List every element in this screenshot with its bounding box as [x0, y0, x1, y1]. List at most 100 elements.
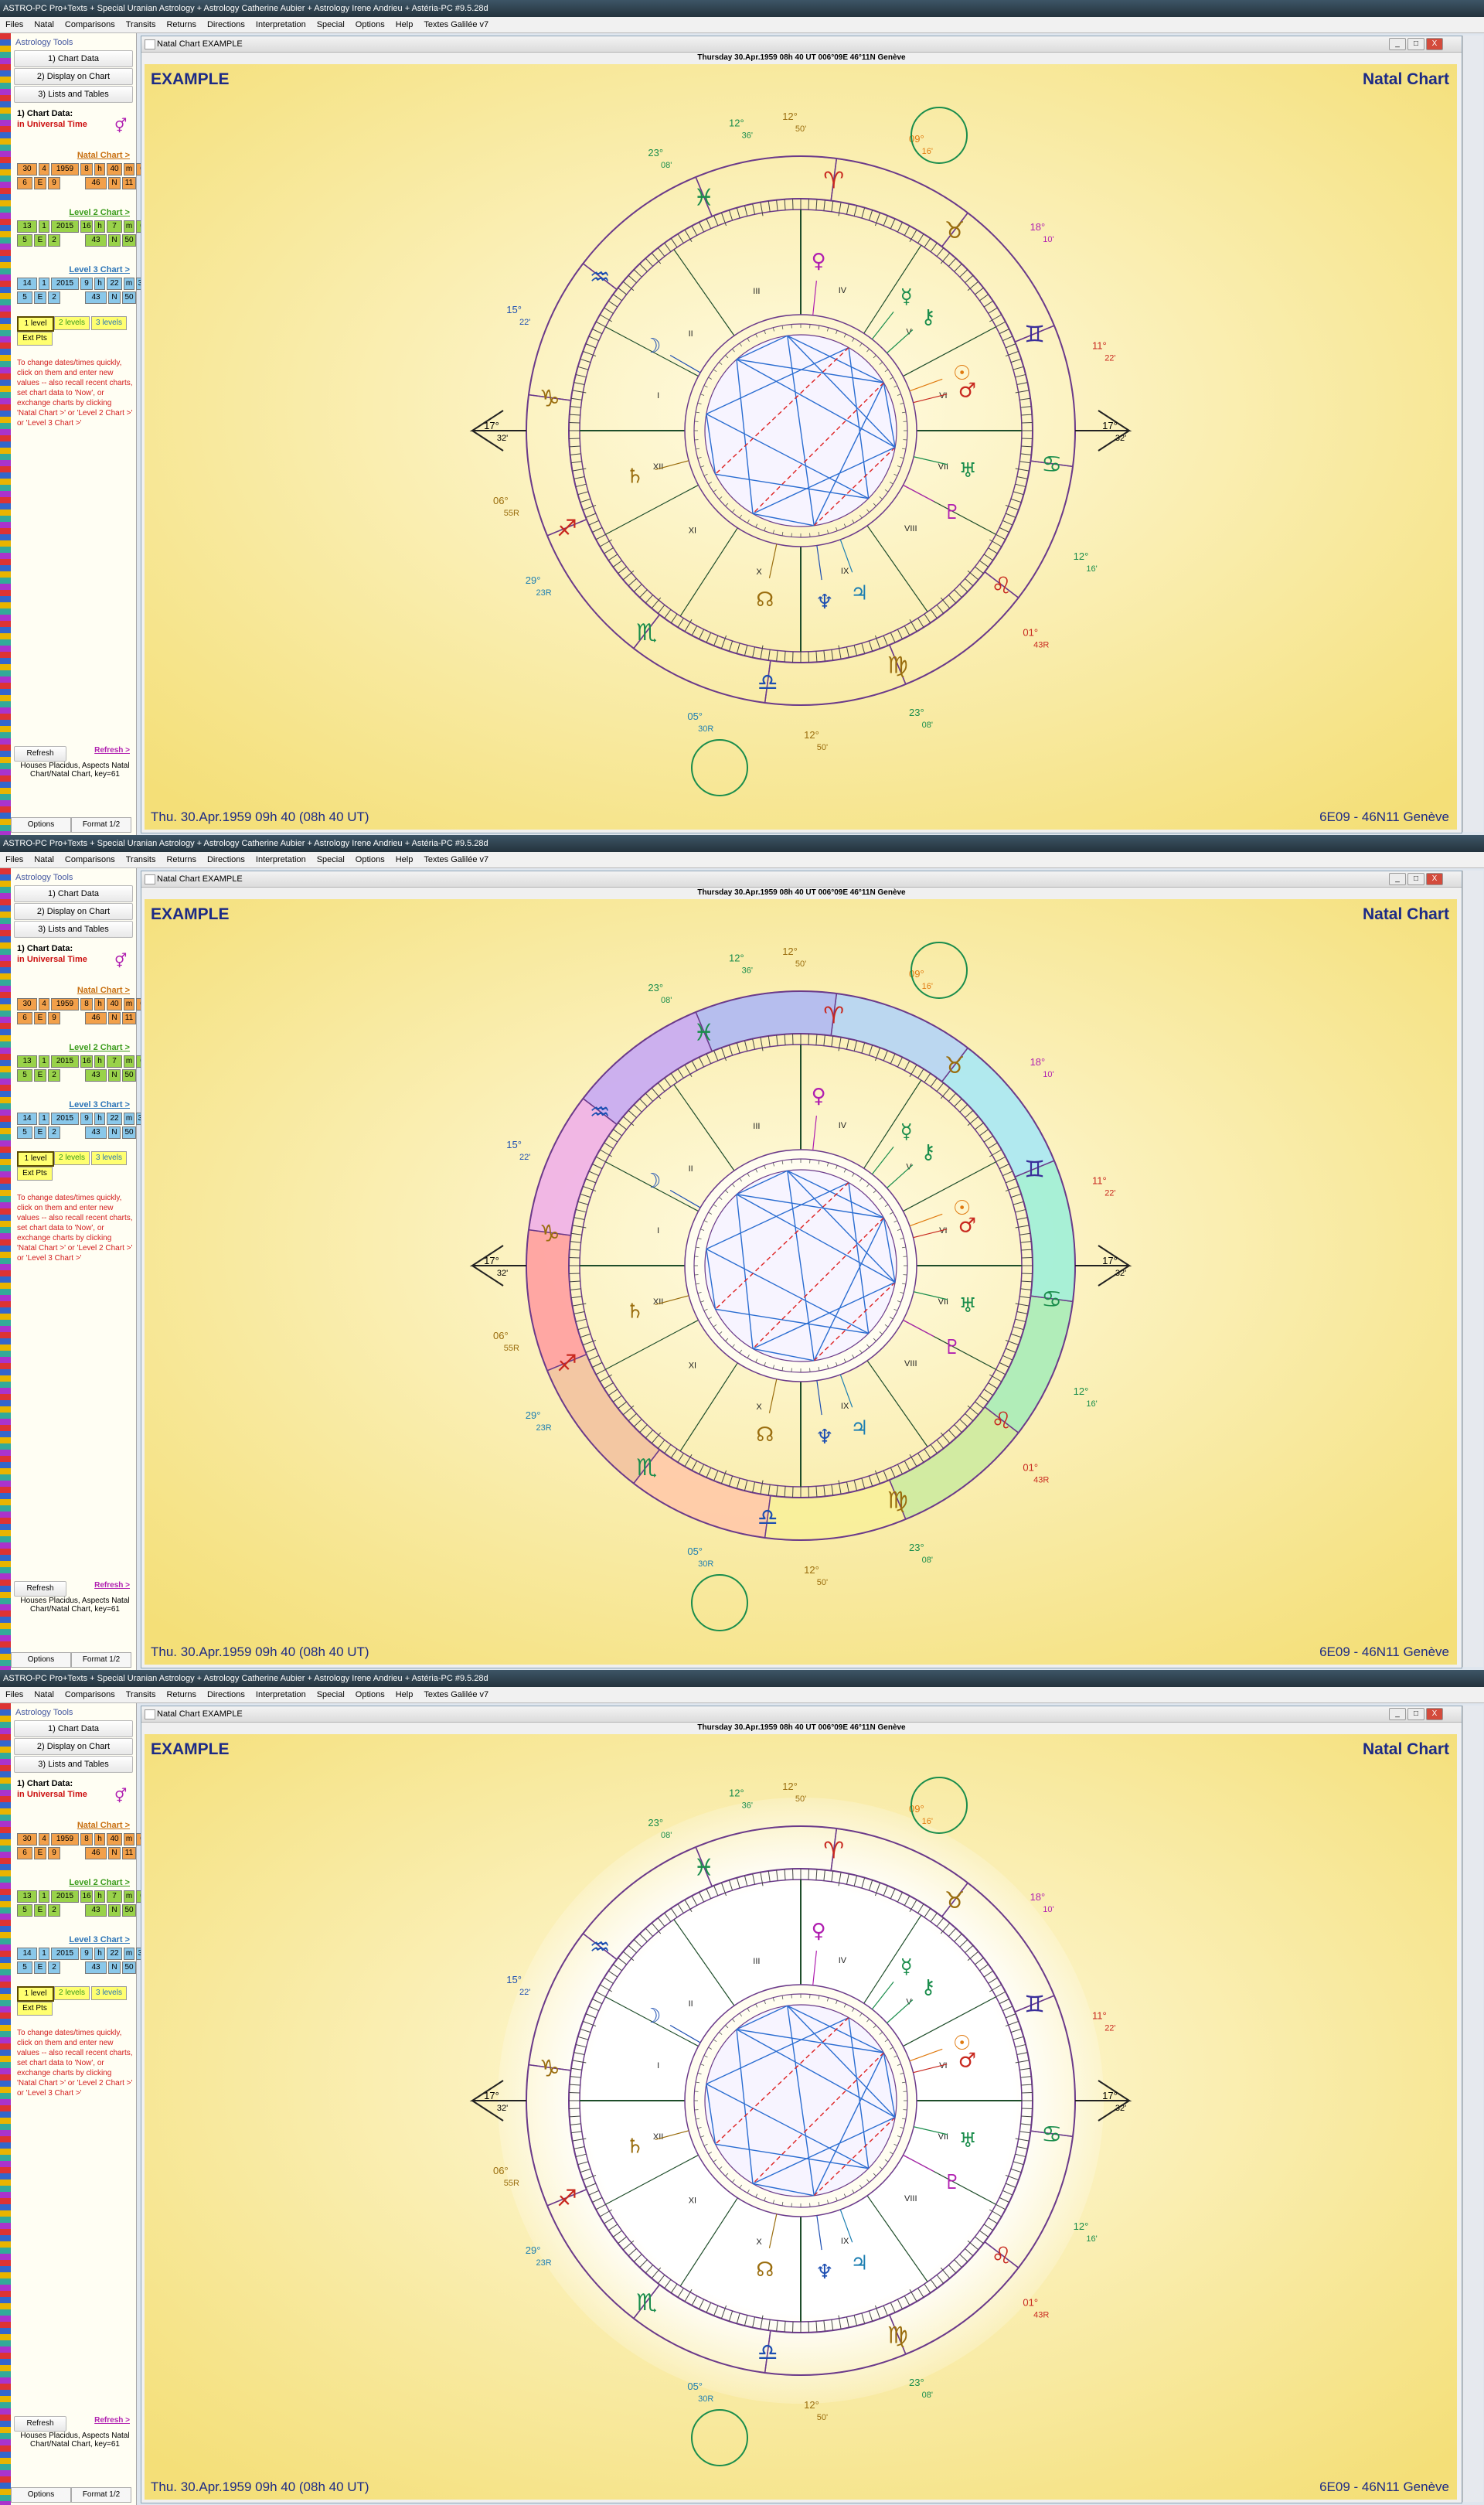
level3-lat-dir[interactable]: N	[108, 291, 121, 304]
natal-lat-dir[interactable]: N	[108, 1012, 121, 1024]
maximize-icon[interactable]: □	[1407, 38, 1424, 50]
level2-lat-deg[interactable]: 43	[85, 1904, 107, 1917]
level2-lon-min[interactable]: 2	[48, 234, 60, 247]
natal-hour[interactable]: 8	[80, 163, 93, 176]
lists-tables-button[interactable]: 3) Lists and Tables	[14, 1756, 133, 1773]
natal-lat-min[interactable]: 11	[122, 1847, 136, 1859]
right-scrollbar[interactable]	[1462, 1706, 1483, 2502]
uranus-planet-icon[interactable]: ♅	[959, 1294, 977, 1317]
level2-hour[interactable]: 16	[80, 1890, 93, 1903]
two-levels-button[interactable]: 2 levels	[54, 1986, 90, 2000]
level2-year[interactable]: 2015	[51, 1055, 79, 1068]
venus-planet-icon[interactable]: ♀	[812, 250, 826, 273]
astrologer-icon[interactable]: ⚥	[114, 118, 131, 135]
refresh-button[interactable]: Refresh	[14, 1581, 66, 1597]
natal-year[interactable]: 1959	[51, 998, 79, 1011]
one-level-button[interactable]: 1 level	[17, 316, 54, 332]
level2-lon-min[interactable]: 2	[48, 1904, 60, 1917]
level3-lat-deg[interactable]: 43	[85, 1961, 107, 1974]
ext-pts-button[interactable]: Ext Pts	[17, 2002, 53, 2016]
level2-day[interactable]: 13	[17, 1055, 37, 1068]
north-node-planet-icon[interactable]: ☊	[756, 588, 774, 612]
natal-wheel[interactable]: ♑♒♓♈♉♊♋♌♍♎♏♐IIIIII IVVVIVIIVIIIIXXXIXII☉☽…	[145, 1734, 1457, 2500]
uranus-planet-icon[interactable]: ♅	[959, 2129, 977, 2152]
chiron-planet-icon[interactable]: ⚷	[921, 1975, 935, 1999]
menu-textes-galil-e-v7[interactable]: Textes Galilée v7	[418, 17, 494, 32]
level2-month[interactable]: 1	[39, 220, 49, 233]
level3-lat-min[interactable]: 50	[122, 1961, 136, 1974]
ext-pts-button[interactable]: Ext Pts	[17, 1167, 53, 1181]
display-on-chart-button[interactable]: 2) Display on Chart	[14, 68, 133, 85]
astrologer-icon[interactable]: ⚥	[114, 1788, 131, 1805]
natal-lat-dir[interactable]: N	[108, 177, 121, 189]
level2-lon-dir[interactable]: E	[34, 1904, 46, 1917]
level3-hour[interactable]: 9	[80, 278, 93, 290]
north-node-planet-icon[interactable]: ☊	[756, 2258, 774, 2282]
refresh-button[interactable]: Refresh	[14, 746, 66, 762]
chart-data-button[interactable]: 1) Chart Data	[14, 885, 133, 902]
right-scrollbar[interactable]	[1462, 36, 1483, 832]
one-level-button[interactable]: 1 level	[17, 1151, 54, 1167]
level3-lat-deg[interactable]: 43	[85, 291, 107, 304]
level2-min[interactable]: 7	[107, 220, 122, 233]
level2-lon-dir[interactable]: E	[34, 1069, 46, 1082]
menu-natal[interactable]: Natal	[29, 852, 60, 867]
astrologer-icon[interactable]: ⚥	[114, 953, 131, 970]
level2-lon-deg[interactable]: 5	[17, 1904, 32, 1917]
saturn-planet-icon[interactable]: ♄	[626, 465, 644, 488]
moon-planet-icon[interactable]: ☽	[643, 1170, 661, 1193]
natal-lon-deg[interactable]: 6	[17, 1847, 32, 1859]
menu-help[interactable]: Help	[390, 852, 419, 867]
menu-natal[interactable]: Natal	[29, 1687, 60, 1702]
mars-planet-icon[interactable]: ♂	[958, 1214, 976, 1237]
level2-lat-min[interactable]: 50	[122, 1904, 136, 1917]
level3-year[interactable]: 2015	[51, 278, 79, 290]
menu-help[interactable]: Help	[390, 1687, 419, 1702]
natal-day[interactable]: 30	[17, 1833, 37, 1846]
menu-special[interactable]: Special	[311, 852, 350, 867]
level3-lat-min[interactable]: 50	[122, 291, 136, 304]
level2-lat-deg[interactable]: 43	[85, 1069, 107, 1082]
menu-comparisons[interactable]: Comparisons	[60, 1687, 121, 1702]
menu-help[interactable]: Help	[390, 17, 419, 32]
display-on-chart-button[interactable]: 2) Display on Chart	[14, 903, 133, 920]
menu-special[interactable]: Special	[311, 17, 350, 32]
level2-lat-min[interactable]: 50	[122, 1069, 136, 1082]
minimize-icon[interactable]: _	[1389, 38, 1406, 50]
refresh-button[interactable]: Refresh	[14, 2416, 66, 2432]
chart-data-button[interactable]: 1) Chart Data	[14, 50, 133, 67]
menu-textes-galil-e-v7[interactable]: Textes Galilée v7	[418, 1687, 494, 1702]
minimize-icon[interactable]: _	[1389, 1708, 1406, 1720]
natal-min[interactable]: 40	[107, 998, 122, 1011]
options-tab[interactable]: Options	[11, 1652, 71, 1668]
menu-options[interactable]: Options	[350, 852, 390, 867]
level3-lon-dir[interactable]: E	[34, 1961, 46, 1974]
natal-chart-link[interactable]: Natal Chart >	[77, 151, 130, 160]
natal-min[interactable]: 40	[107, 163, 122, 176]
right-scrollbar[interactable]	[1462, 871, 1483, 1667]
close-icon[interactable]: X	[1426, 1708, 1443, 1720]
jupiter-planet-icon[interactable]: ♃	[850, 582, 868, 605]
two-levels-button[interactable]: 2 levels	[54, 316, 90, 330]
menu-transits[interactable]: Transits	[121, 852, 162, 867]
natal-chart-link[interactable]: Natal Chart >	[77, 986, 130, 995]
chart-data-button[interactable]: 1) Chart Data	[14, 1720, 133, 1737]
level2-lat-dir[interactable]: N	[108, 1069, 121, 1082]
level3-lat-min[interactable]: 50	[122, 1126, 136, 1139]
natal-lon-deg[interactable]: 6	[17, 1012, 32, 1024]
natal-lat-deg[interactable]: 46	[85, 177, 107, 189]
options-tab[interactable]: Options	[11, 817, 71, 833]
refresh-link[interactable]: Refresh >	[94, 2416, 130, 2425]
maximize-icon[interactable]: □	[1407, 1708, 1424, 1720]
level2-hour[interactable]: 16	[80, 1055, 93, 1068]
natal-lon-deg[interactable]: 6	[17, 177, 32, 189]
level3-lon-dir[interactable]: E	[34, 291, 46, 304]
menu-returns[interactable]: Returns	[161, 17, 202, 32]
level3-min[interactable]: 22	[107, 1113, 122, 1125]
mars-planet-icon[interactable]: ♂	[958, 2049, 976, 2072]
level2-chart-link[interactable]: Level 2 Chart >	[69, 1878, 130, 1887]
saturn-planet-icon[interactable]: ♄	[626, 2135, 644, 2158]
menu-comparisons[interactable]: Comparisons	[60, 17, 121, 32]
format-tab[interactable]: Format 1/2	[71, 2487, 131, 2503]
neptune-planet-icon[interactable]: ♆	[815, 591, 833, 614]
